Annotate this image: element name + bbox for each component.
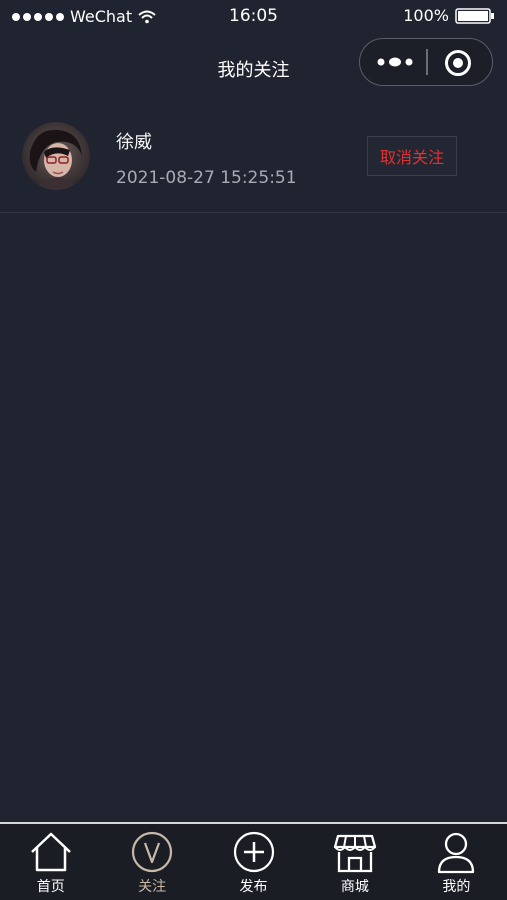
tab-label: 关注 bbox=[138, 879, 167, 895]
tab-follow[interactable]: 关注 bbox=[101, 824, 202, 900]
battery-icon bbox=[455, 7, 494, 24]
tab-label: 商城 bbox=[340, 879, 369, 895]
tab-bar: 首页 关注 发布 商城 我的 bbox=[0, 822, 507, 900]
nav-bar: 我的关注 bbox=[0, 32, 507, 96]
status-bar: WeChat 16:05 100% bbox=[0, 0, 507, 32]
plus-circle-icon bbox=[233, 831, 274, 873]
list-item[interactable]: 徐威 2021-08-27 15:25:51 取消关注 bbox=[0, 110, 507, 213]
more-icon[interactable] bbox=[376, 55, 414, 69]
status-right: 100% bbox=[403, 6, 495, 25]
home-icon bbox=[30, 832, 71, 872]
avatar[interactable] bbox=[22, 122, 90, 190]
tab-label: 我的 bbox=[442, 879, 471, 895]
tab-home[interactable]: 首页 bbox=[0, 824, 101, 900]
tab-store[interactable]: 商城 bbox=[304, 824, 405, 900]
screen: WeChat 16:05 100% 我的关注 徐威 2021-08-27 15:… bbox=[0, 0, 507, 900]
store-icon bbox=[333, 834, 377, 873]
capsule-menu bbox=[359, 38, 493, 86]
tab-publish[interactable]: 发布 bbox=[203, 824, 304, 900]
tab-label: 首页 bbox=[36, 879, 65, 895]
tab-me[interactable]: 我的 bbox=[406, 824, 507, 900]
unfollow-button[interactable]: 取消关注 bbox=[367, 136, 457, 176]
follow-time: 2021-08-27 15:25:51 bbox=[116, 168, 297, 188]
user-icon bbox=[438, 832, 475, 874]
capsule-divider bbox=[426, 49, 428, 75]
close-icon[interactable] bbox=[444, 49, 472, 77]
battery-percent: 100% bbox=[403, 6, 449, 25]
tab-label: 发布 bbox=[239, 879, 268, 895]
v-circle-icon bbox=[132, 831, 173, 873]
user-name: 徐威 bbox=[116, 132, 152, 153]
